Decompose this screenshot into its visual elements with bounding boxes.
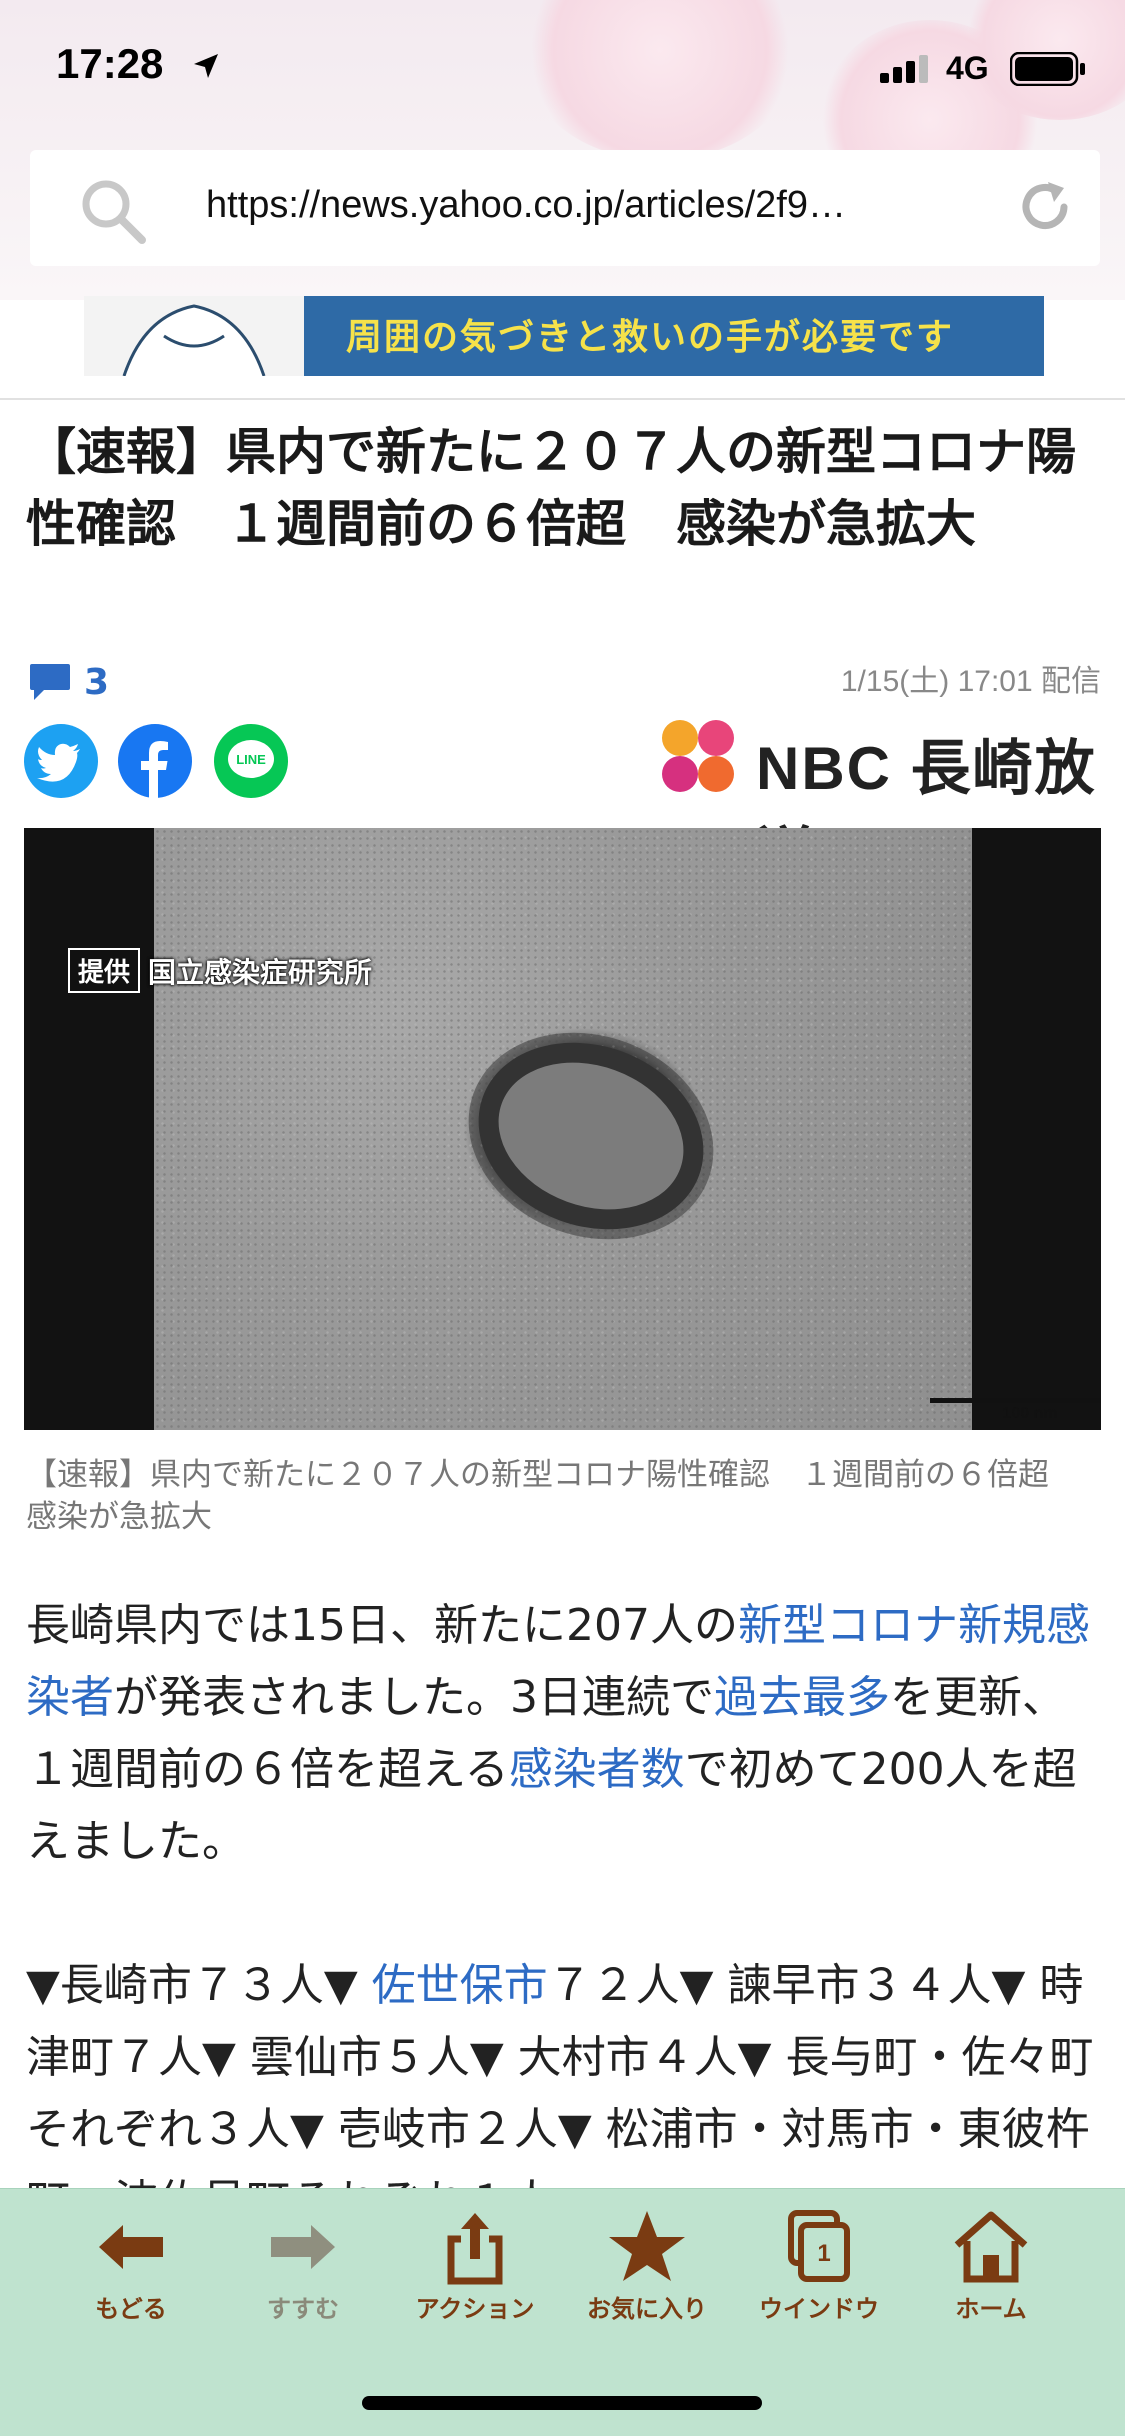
window-label: ウインドウ	[759, 2295, 879, 2323]
credit-tag: 提供	[68, 948, 141, 993]
back-arrow-icon	[99, 2225, 163, 2269]
scale-bar: 100 nm	[930, 1398, 1101, 1423]
facebook-share-button[interactable]	[118, 724, 192, 798]
article-text: が発表されました。3日連続で	[114, 1672, 714, 1723]
forward-label: すすむ	[267, 2295, 339, 2323]
article-keyword-link[interactable]: 感染者数	[509, 1744, 685, 1795]
star-icon	[609, 2211, 685, 2281]
back-label: もどる	[95, 2295, 167, 2323]
forward-arrow-icon	[271, 2225, 335, 2269]
url-text[interactable]: https://news.yahoo.co.jp/articles/2f9…	[206, 184, 1026, 227]
address-bar[interactable]: https://news.yahoo.co.jp/articles/2f9…	[30, 150, 1100, 266]
divider	[0, 398, 1125, 400]
line-share-button[interactable]: LINE	[214, 724, 288, 798]
home-label: ホーム	[955, 2295, 1027, 2323]
nbc-logo-icon	[662, 720, 734, 792]
action-label: アクション	[415, 2295, 535, 2323]
article-text: ▼長崎市７３人▼	[26, 1960, 372, 2011]
forward-button[interactable]: すすむ	[228, 2209, 378, 2324]
twitter-share-button[interactable]	[24, 724, 98, 798]
article-headline: 【速報】県内で新たに２０７人の新型コロナ陽性確認 １週間前の６倍超 感染が急拡大	[26, 423, 1076, 553]
credit-text: 国立感染症研究所	[148, 955, 373, 989]
reload-icon[interactable]	[1012, 174, 1078, 240]
back-button[interactable]: もどる	[56, 2209, 206, 2324]
ad-banner[interactable]: 周囲の気づきと救いの手が必要です	[84, 296, 1044, 376]
twitter-icon	[37, 743, 80, 782]
article-photo[interactable]: 100 nm 提供 国立感染症研究所	[24, 828, 1101, 1430]
cellular-signal-icon	[880, 55, 928, 83]
battery-icon	[1010, 52, 1085, 86]
home-icon	[954, 2211, 1028, 2283]
ad-illustration	[84, 296, 304, 376]
comment-icon	[30, 664, 70, 700]
network-type: 4G	[946, 50, 989, 86]
favorites-button[interactable]: お気に入り	[572, 2209, 722, 2324]
home-indicator	[362, 2396, 762, 2410]
window-count: 1	[817, 2240, 830, 2267]
action-button[interactable]: アクション	[400, 2209, 550, 2324]
status-time: 17:28	[56, 40, 164, 87]
publish-date: 1/15(土) 17:01 配信	[840, 665, 1101, 698]
article-keyword-link[interactable]: 過去最多	[714, 1672, 890, 1723]
status-bar: 17:28 4G	[0, 0, 1125, 140]
photo-credit: 提供 国立感染症研究所	[68, 948, 372, 993]
article-text: 長崎県内では15日、新たに207人の	[26, 1600, 738, 1651]
facebook-icon	[141, 741, 168, 798]
photo-caption: 【速報】県内で新たに２０７人の新型コロナ陽性確認 １週間前の６倍超 感染が急拡大	[26, 1457, 1080, 1535]
article-keyword-link[interactable]: 佐世保市	[372, 1960, 548, 2011]
comment-count[interactable]: 3	[84, 662, 109, 703]
windows-icon: 1	[788, 2210, 850, 2282]
microscope-image: 100 nm	[154, 828, 1101, 1430]
svg-text:LINE: LINE	[236, 752, 266, 767]
favorites-label: お気に入り	[587, 2295, 707, 2323]
scale-label: 100 nm	[1002, 1405, 1058, 1422]
share-icon	[447, 2213, 503, 2285]
ad-text: 周囲の気づきと救いの手が必要です	[346, 317, 955, 358]
article-paragraph: 長崎県内では15日、新たに207人の新型コロナ新規感染者が発表されました。3日連…	[26, 1590, 1106, 1878]
comments-link[interactable]: 3	[28, 660, 109, 704]
location-arrow-icon	[194, 54, 218, 78]
home-button[interactable]: ホーム	[916, 2209, 1066, 2324]
virus-particle	[452, 1012, 730, 1260]
window-button[interactable]: 1 ウインドウ	[744, 2209, 894, 2324]
search-icon[interactable]	[78, 176, 148, 246]
line-icon: LINE	[228, 740, 274, 778]
